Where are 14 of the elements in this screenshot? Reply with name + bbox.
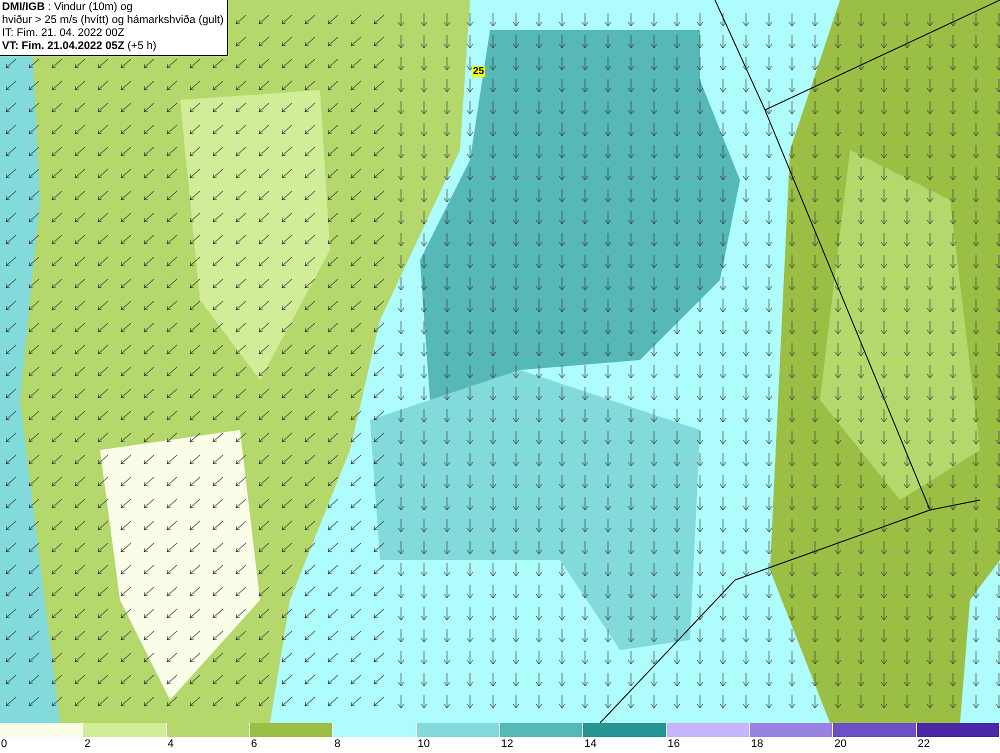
legend-label: 6 (250, 737, 258, 752)
legend-label: 18 (750, 737, 764, 752)
legend-label: 4 (166, 737, 174, 752)
map-caption: DMI/IGB : Vindur (10m) og hviður > 25 m/s (hvítt) og hámarkshviða (gult) IT: Fim. 21. 04. 2022 00Z VT: Fim. 21.04.2022 05Z (+5 h) (0, 0, 228, 56)
legend-label: 8 (333, 737, 340, 752)
legend-label: 0 (0, 737, 8, 752)
legend-label: 14 (583, 737, 597, 752)
legend-label: 16 (666, 737, 680, 752)
legend-label: 20 (833, 737, 847, 752)
legend-label: 22 (916, 737, 930, 752)
legend-label: 2 (83, 737, 90, 752)
gust-marker: 25 (472, 66, 486, 77)
legend-label: 10 (416, 737, 430, 752)
legend-label: 12 (500, 737, 514, 752)
